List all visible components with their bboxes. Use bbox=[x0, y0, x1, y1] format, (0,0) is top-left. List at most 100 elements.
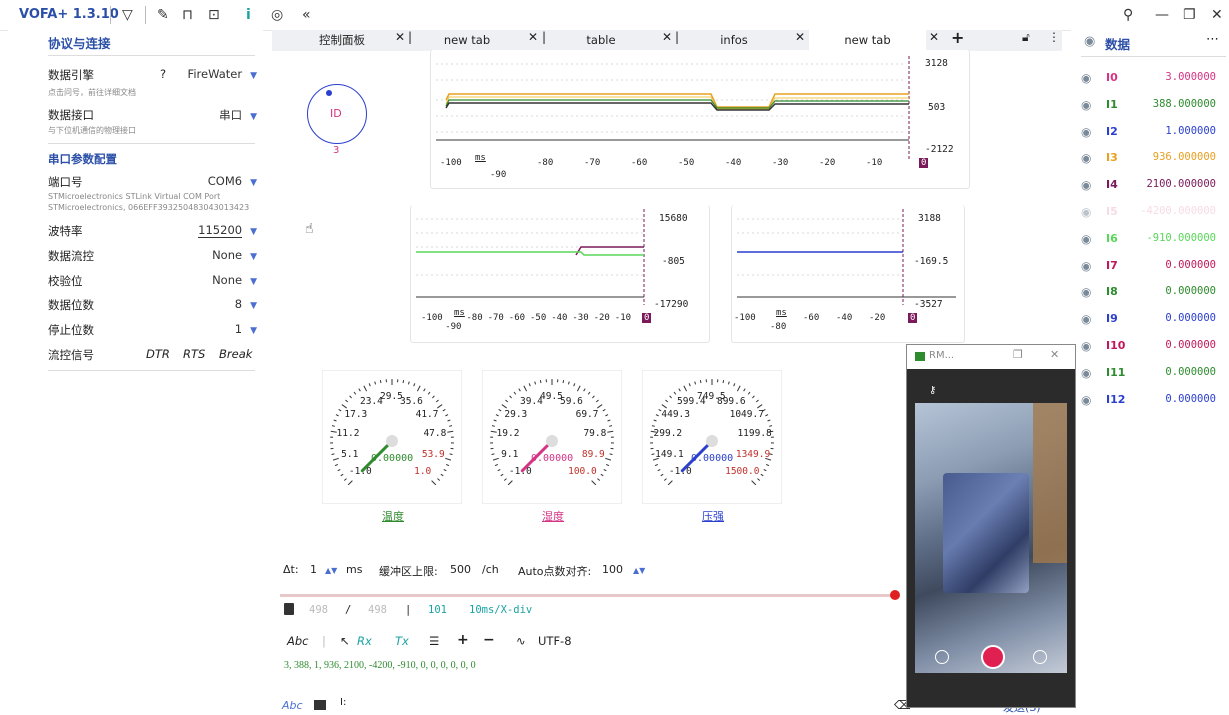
shirt-icon[interactable]: ⊓ bbox=[182, 7, 193, 23]
close-icon[interactable]: ✕ bbox=[395, 30, 405, 44]
funnel-icon[interactable]: ▽ bbox=[122, 7, 133, 23]
eye-icon[interactable]: ◉ bbox=[1081, 178, 1091, 192]
rm-restore-icon[interactable]: ❐ bbox=[1013, 348, 1023, 361]
eye-icon[interactable]: ◉ bbox=[1081, 151, 1091, 165]
add-tab-button[interactable]: + bbox=[951, 28, 964, 47]
zoom-out-button[interactable]: − bbox=[483, 632, 495, 648]
data-interface-select[interactable]: 串口▼ bbox=[219, 107, 257, 123]
encoding-label[interactable]: UTF-8 bbox=[538, 634, 572, 648]
buffer-input[interactable]: 500 bbox=[450, 563, 471, 576]
eye-icon[interactable]: ◉ bbox=[1081, 98, 1091, 112]
eye-icon[interactable]: ◉ bbox=[1081, 393, 1091, 407]
data-item[interactable]: ◉I70.000000 bbox=[1081, 259, 1229, 279]
port-select[interactable]: COM6▼ bbox=[208, 174, 257, 188]
eye-icon[interactable]: ◉ bbox=[1081, 205, 1091, 219]
close-icon[interactable]: ✕ bbox=[1211, 7, 1223, 23]
data-item[interactable]: ◉I6-910.000000 bbox=[1081, 232, 1229, 252]
eye-icon[interactable]: ◉ bbox=[1081, 259, 1091, 273]
rm-close-icon[interactable]: ✕ bbox=[1050, 348, 1059, 361]
chart-mid-left-ymax: 15680 bbox=[659, 213, 688, 224]
help-button[interactable]: ? bbox=[160, 67, 166, 81]
zoom-in-button[interactable]: + bbox=[457, 632, 469, 648]
close-icon[interactable]: ✕ bbox=[795, 30, 805, 44]
databits-select[interactable]: 8▼ bbox=[235, 297, 257, 311]
progress-track[interactable] bbox=[280, 594, 898, 597]
tab-new-tab-1[interactable]: new tab bbox=[417, 30, 517, 51]
close-icon[interactable]: ✕ bbox=[528, 30, 538, 44]
wrench-icon[interactable]: ✎ bbox=[157, 7, 169, 23]
data-item[interactable]: ◉I80.000000 bbox=[1081, 285, 1229, 305]
eye-icon[interactable]: ◉ bbox=[1081, 312, 1091, 326]
fingerprint-icon[interactable]: ◎ bbox=[271, 7, 283, 23]
rm-window[interactable]: RM... ❐ ✕ ⚷ bbox=[906, 344, 1076, 708]
rts-toggle[interactable]: RTS bbox=[183, 347, 205, 361]
tab-infos[interactable]: infos bbox=[684, 30, 784, 51]
info-icon[interactable]: i bbox=[246, 7, 251, 23]
stopbits-select[interactable]: 1▼ bbox=[235, 322, 257, 336]
gauge-name[interactable]: 压强 bbox=[702, 508, 724, 524]
more-icon[interactable]: ⋮ bbox=[1048, 30, 1060, 44]
auto-spinbox[interactable]: 100▲▼ bbox=[602, 563, 645, 576]
eye-icon[interactable]: ◉ bbox=[1081, 125, 1091, 139]
parity-select[interactable]: None▼ bbox=[212, 273, 257, 287]
dtr-toggle[interactable]: DTR bbox=[146, 347, 170, 361]
break-toggle[interactable]: Break bbox=[219, 347, 252, 361]
cursor-icon[interactable]: ↖ bbox=[340, 634, 350, 648]
input-abc-toggle[interactable]: Abc bbox=[282, 699, 303, 712]
wave-icon[interactable]: ∿ bbox=[516, 634, 526, 648]
chart-mid-left[interactable]: 15680 -805 -17290 -100-90-80-70-60-50-40… bbox=[410, 205, 710, 343]
gauge[interactable]: -1.09.119.229.339.449.559.669.779.889.91… bbox=[482, 370, 622, 504]
data-item[interactable]: ◉I3936.000000 bbox=[1081, 151, 1229, 171]
gauge-name[interactable]: 温度 bbox=[382, 508, 404, 524]
data-item[interactable]: ◉I100.000000 bbox=[1081, 339, 1229, 359]
restore-icon[interactable]: ❐ bbox=[1183, 7, 1196, 23]
eye-icon[interactable]: ◉ bbox=[1081, 232, 1091, 246]
data-item[interactable]: ◉I90.000000 bbox=[1081, 312, 1229, 332]
tab-table[interactable]: table bbox=[551, 30, 651, 51]
close-icon[interactable]: ✕ bbox=[662, 30, 672, 44]
send-input[interactable]: I: bbox=[340, 697, 346, 708]
eye-icon[interactable]: ◉ bbox=[1084, 34, 1095, 49]
data-engine-select[interactable]: FireWater▼ bbox=[188, 67, 257, 81]
menu-button[interactable] bbox=[1033, 650, 1047, 664]
collapse-icon[interactable]: « bbox=[302, 7, 311, 23]
eye-icon[interactable]: ◉ bbox=[1081, 285, 1091, 299]
minimize-icon[interactable]: — bbox=[1155, 7, 1169, 23]
baud-select[interactable]: 115200▼ bbox=[198, 223, 257, 237]
trash-icon[interactable] bbox=[284, 603, 294, 615]
data-item[interactable]: ◉I1388.000000 bbox=[1081, 98, 1229, 118]
wrap-icon[interactable]: ☰ bbox=[429, 634, 439, 648]
gauge[interactable]: -1.0149.1299.2449.3599.4749.5899.61049.7… bbox=[642, 370, 782, 504]
camera-button[interactable] bbox=[935, 650, 949, 664]
data-item[interactable]: ◉I42100.000000 bbox=[1081, 178, 1229, 198]
tab-new-tab-2[interactable]: new tab bbox=[809, 30, 926, 51]
data-item[interactable]: ◉I21.000000 bbox=[1081, 125, 1229, 145]
chart-top[interactable]: 3128 503 -2122 -100-90-80-70-60-50-40-30… bbox=[430, 50, 970, 189]
send-mode-icon[interactable] bbox=[314, 700, 326, 710]
data-item[interactable]: ◉I5-4200.000000 bbox=[1081, 205, 1229, 225]
close-icon[interactable]: ✕ bbox=[929, 30, 939, 44]
eye-icon[interactable]: ◉ bbox=[1081, 71, 1091, 85]
dt-spinbox[interactable]: 1▲▼ bbox=[310, 563, 337, 576]
abc-toggle[interactable]: Abc bbox=[287, 634, 309, 648]
capture-icon[interactable]: ⊡ bbox=[208, 7, 220, 23]
data-item[interactable]: ◉I03.000000 bbox=[1081, 71, 1229, 91]
data-item[interactable]: ◉I120.000000 bbox=[1081, 393, 1229, 413]
data-item[interactable]: ◉I110.000000 bbox=[1081, 366, 1229, 386]
tx-toggle[interactable]: Tx bbox=[395, 634, 409, 648]
divider bbox=[48, 370, 255, 371]
gauge-name[interactable]: 湿度 bbox=[542, 508, 564, 524]
tab-control-panel[interactable]: 控制面板 bbox=[292, 30, 392, 51]
id-widget[interactable]: ID bbox=[307, 84, 367, 144]
progress-handle[interactable] bbox=[890, 590, 900, 600]
rx-toggle[interactable]: Rx bbox=[357, 634, 372, 648]
eye-icon[interactable]: ◉ bbox=[1081, 366, 1091, 380]
lock-icon[interactable]: 🔓︎ bbox=[1022, 30, 1030, 45]
eye-icon[interactable]: ◉ bbox=[1081, 339, 1091, 353]
more-icon[interactable]: ⋯ bbox=[1206, 32, 1219, 47]
record-button[interactable] bbox=[981, 645, 1005, 669]
pin-icon[interactable]: ⚲ bbox=[1123, 7, 1133, 23]
gauge[interactable]: -1.05.111.217.323.429.535.641.747.853.91… bbox=[322, 370, 462, 504]
chart-mid-right[interactable]: 3188 -169.5 -3527 -100-80-60-40-200 ms bbox=[731, 205, 965, 343]
flow-select[interactable]: None▼ bbox=[212, 248, 257, 262]
